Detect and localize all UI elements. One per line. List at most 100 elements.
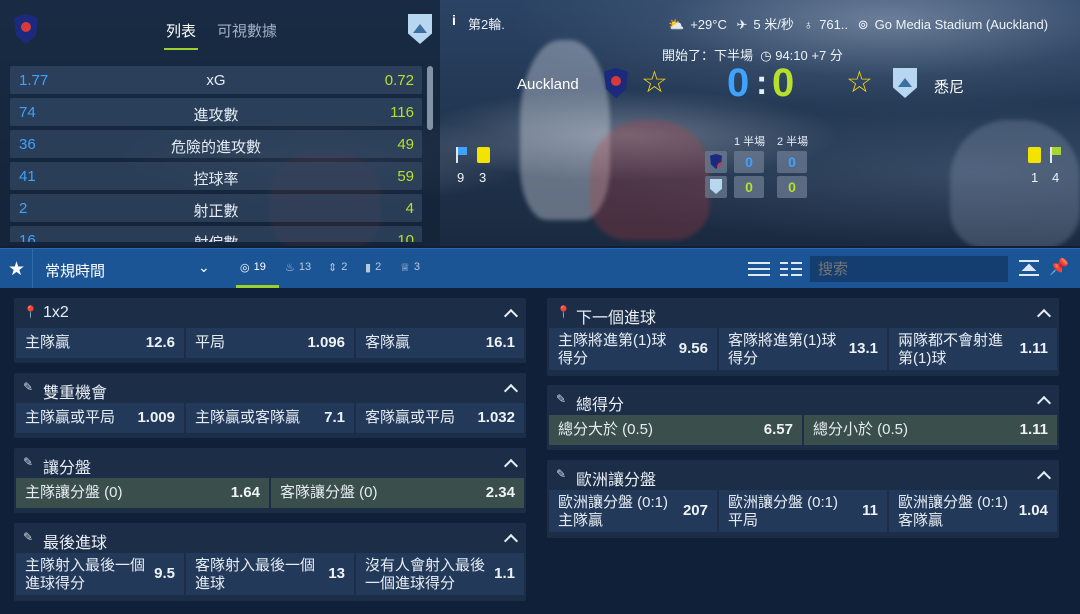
- odds-cell[interactable]: 歐洲讓分盤 (0:1) 平局 11: [719, 490, 887, 532]
- odds-cell[interactable]: 主隊將進第(1)球得分 9.56: [549, 328, 717, 370]
- chevron-up-icon[interactable]: [1037, 393, 1049, 405]
- pin-icon[interactable]: ✎: [556, 467, 566, 481]
- search-input[interactable]: [810, 256, 1008, 282]
- chevron-down-icon[interactable]: ⌄: [198, 259, 210, 276]
- stats-list[interactable]: 1.77 xG 0.72 74 進攻數 116 36 危險的進攻數 49 41 …: [10, 66, 422, 242]
- stat-row: 2 射正數 4: [10, 194, 422, 222]
- pin-icon[interactable]: 📍: [556, 305, 571, 319]
- filter-target[interactable]: ◎ 19: [240, 261, 266, 274]
- tab-list[interactable]: 列表: [163, 20, 199, 50]
- outcome-odds: 9.5: [154, 565, 175, 582]
- odds-cell[interactable]: 總分大於 (0.5) 6.57: [549, 415, 802, 445]
- market-header[interactable]: ✎ 雙重機會: [14, 373, 526, 403]
- odds-cell[interactable]: 沒有人會射入最後一個進球得分 1.1: [356, 553, 524, 595]
- outcome-label: 主隊讓分盤 (0): [25, 484, 123, 501]
- stats-panel-header: 列表 可視數據: [0, 0, 440, 60]
- stats-scrollbar[interactable]: [427, 66, 433, 130]
- outcome-label: 客隊將進第(1)球得分: [728, 332, 837, 367]
- market-title: 歐洲讓分盤: [576, 472, 657, 489]
- outcome-odds: 1.11: [1019, 340, 1048, 357]
- away-favorite-star-icon[interactable]: ☆: [846, 68, 873, 98]
- filter-count: 19: [253, 261, 266, 274]
- tab-visual-data[interactable]: 可視數據: [217, 20, 277, 41]
- pin-icon[interactable]: ✎: [23, 380, 33, 394]
- outcome-odds: 1.009: [137, 409, 175, 426]
- outcome-label: 歐洲讓分盤 (0:1) 客隊贏: [898, 494, 1009, 529]
- market-header[interactable]: ✎ 歐洲讓分盤: [547, 460, 1059, 490]
- filter-count: 13: [298, 261, 312, 274]
- market-header[interactable]: ✎ 最後進球: [14, 523, 526, 553]
- odds-cell[interactable]: 客隊讓分盤 (0) 2.34: [271, 478, 524, 508]
- outcome-label: 歐洲讓分盤 (0:1) 主隊贏: [558, 494, 669, 529]
- odds-cell[interactable]: 歐洲讓分盤 (0:1) 主隊贏 207: [549, 490, 717, 532]
- stat-away-value: 0.72: [384, 72, 414, 89]
- score-separator: :: [756, 64, 768, 102]
- collapse-all-icon[interactable]: [1017, 259, 1041, 279]
- odds-cell[interactable]: 平局 1.096: [186, 328, 354, 358]
- filter-bars[interactable]: ▮ 2: [365, 261, 381, 274]
- stat-label: 射偏數: [10, 232, 422, 242]
- stat-label: 控球率: [193, 171, 239, 188]
- stat-row: 1.77 xG 0.72: [10, 66, 422, 94]
- period-select[interactable]: 常規時間: [45, 260, 105, 281]
- filter-updown[interactable]: ⇕ 2: [328, 261, 347, 274]
- pressure-icon: ♁: [803, 17, 814, 32]
- outcome-odds: 1.096: [307, 334, 345, 351]
- second-half-label: 2 半場: [777, 136, 809, 148]
- filter-trophy[interactable]: ♕ 3: [400, 261, 420, 274]
- stat-away-value: 49: [397, 136, 414, 153]
- outcome-odds: 13: [328, 565, 345, 582]
- pin-icon[interactable]: ✎: [23, 530, 33, 544]
- stat-label: 危險的進攻數: [170, 139, 261, 156]
- market-header[interactable]: 📍 1x2: [14, 298, 526, 328]
- odds-cell[interactable]: 客隊將進第(1)球得分 13.1: [719, 328, 887, 370]
- outcome-odds: 9.56: [678, 340, 708, 357]
- chevron-up-icon[interactable]: [504, 306, 516, 318]
- stadium-name: Go Media Stadium (Auckland): [874, 17, 1049, 32]
- pin-icon[interactable]: 📌: [1049, 257, 1069, 277]
- match-clock-icon: ◷: [760, 48, 772, 63]
- outcome-label: 沒有人會射入最後一個進球得分: [365, 557, 486, 592]
- odds-cell[interactable]: 客隊射入最後一個進球 13: [186, 553, 354, 595]
- outcome-label: 主隊贏或平局: [25, 409, 116, 426]
- stat-label: xG: [206, 72, 226, 89]
- odds-cell[interactable]: 總分小於 (0.5) 1.11: [804, 415, 1057, 445]
- filter-fire[interactable]: ♨ 13: [285, 261, 311, 274]
- outcome-odds: 11: [862, 502, 878, 519]
- outcome-label: 客隊贏: [365, 334, 411, 351]
- odds-cell[interactable]: 主隊贏或平局 1.009: [16, 403, 184, 433]
- list-view-icon[interactable]: [748, 261, 770, 277]
- chevron-up-icon[interactable]: [1037, 306, 1049, 318]
- odds-cell[interactable]: 客隊贏或平局 1.032: [356, 403, 524, 433]
- stat-row: 41 控球率 59: [10, 162, 422, 190]
- auckland-badge-icon: [14, 14, 38, 44]
- away-corner-flag-icon: [1050, 147, 1061, 163]
- stat-away-value: 4: [405, 200, 414, 217]
- home-mini-badge-icon: [705, 151, 727, 173]
- odds-cell[interactable]: 主隊贏 12.6: [16, 328, 184, 358]
- market-header[interactable]: ✎ 讓分盤: [14, 448, 526, 478]
- outcome-label: 客隊射入最後一個進球: [195, 557, 316, 592]
- market-title: 雙重機會: [43, 385, 108, 402]
- favorite-star-icon[interactable]: ★: [8, 258, 25, 281]
- odds-cell[interactable]: 客隊贏 16.1: [356, 328, 524, 358]
- market-header[interactable]: ✎ 總得分: [547, 385, 1059, 415]
- pin-icon[interactable]: ✎: [23, 455, 33, 469]
- chevron-up-icon[interactable]: [504, 531, 516, 543]
- odds-cell[interactable]: 主隊射入最後一個進球得分 9.5: [16, 553, 184, 595]
- odds-cell[interactable]: 主隊贏或客隊贏 7.1: [186, 403, 354, 433]
- chevron-up-icon[interactable]: [504, 381, 516, 393]
- odds-cell[interactable]: 兩隊都不會射進第(1)球 1.11: [889, 328, 1057, 370]
- grid-view-icon[interactable]: [780, 261, 802, 277]
- home-favorite-star-icon[interactable]: ☆: [641, 68, 668, 98]
- chevron-up-icon[interactable]: [504, 456, 516, 468]
- pin-icon[interactable]: 📍: [23, 305, 38, 319]
- odds-cell[interactable]: 主隊讓分盤 (0) 1.64: [16, 478, 269, 508]
- pin-icon[interactable]: ✎: [556, 392, 566, 406]
- market-header[interactable]: 📍 下一個進球: [547, 298, 1059, 328]
- stat-label: 進攻數: [193, 107, 239, 124]
- odds-cell[interactable]: 歐洲讓分盤 (0:1) 客隊贏 1.04: [889, 490, 1057, 532]
- info-icon[interactable]: i: [452, 12, 456, 28]
- filter-count: 3: [413, 261, 420, 274]
- chevron-up-icon[interactable]: [1037, 468, 1049, 480]
